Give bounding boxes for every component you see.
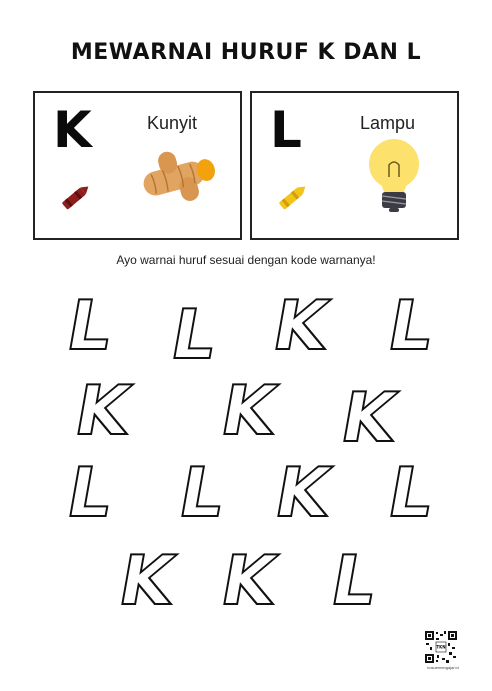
- outline-letter-l: L: [324, 541, 383, 622]
- qr-code-icon: TKN: [424, 630, 458, 664]
- card-l-word: Lampu: [360, 113, 416, 133]
- outline-letter-l: L: [172, 453, 231, 534]
- outline-letter-k: K: [214, 371, 283, 452]
- page-title: MEWARNAI HURUF K DAN L: [70, 40, 422, 65]
- turmeric-icon: [143, 151, 215, 201]
- outline-letter-k: K: [334, 378, 403, 459]
- outline-letter-l: L: [60, 286, 119, 367]
- card-k-word: Kunyit: [147, 113, 198, 133]
- light-bulb-icon: [369, 139, 419, 212]
- card-l-letter: L: [270, 101, 302, 159]
- outline-letter-k: K: [268, 453, 337, 534]
- card-k-letter: K: [53, 101, 92, 159]
- outline-letter-l: L: [381, 453, 440, 534]
- outline-letter-k: K: [214, 541, 283, 622]
- outline-letter-l: L: [164, 295, 223, 376]
- outline-letter-k: K: [68, 371, 137, 452]
- outline-letter-l: L: [381, 286, 440, 367]
- outline-letter-k: K: [112, 541, 181, 622]
- footer-website: kosuemengajar.id: [427, 665, 459, 670]
- card-k: K Kunyit: [33, 91, 242, 240]
- crayon-red-icon: [62, 186, 89, 210]
- card-l: L Lampu: [250, 91, 459, 240]
- crayon-yellow-icon: [279, 186, 306, 210]
- instruction-text: Ayo warnai huruf sesuai dengan kode warn…: [116, 253, 376, 267]
- outline-letter-k: K: [266, 286, 335, 367]
- outline-letter-l: L: [60, 453, 119, 534]
- qr-center-label: TKN: [436, 645, 445, 650]
